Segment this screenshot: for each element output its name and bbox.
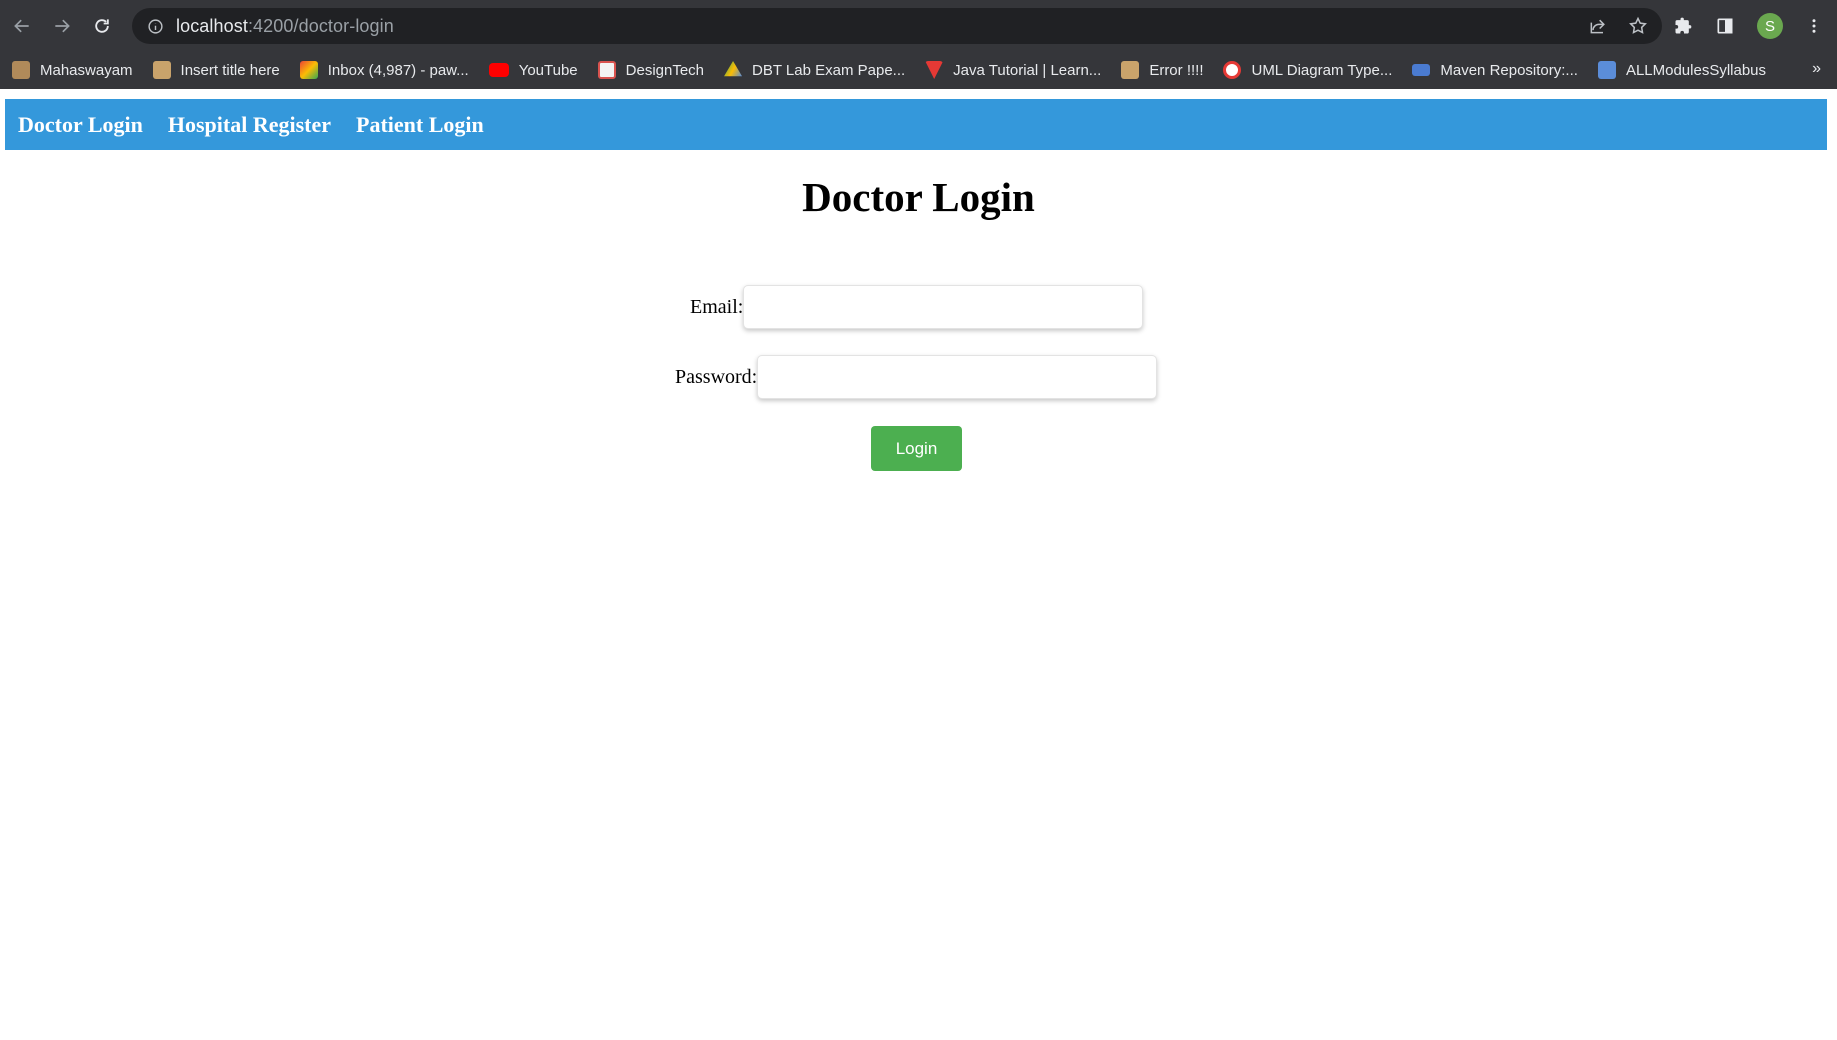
bookmark-label: Maven Repository:... bbox=[1440, 61, 1578, 79]
browser-toolbar: localhost:4200/doctor-login S bbox=[0, 0, 1837, 51]
bookmark-item[interactable]: Maven Repository:... bbox=[1412, 62, 1578, 79]
url-path: :4200/doctor-login bbox=[247, 15, 394, 36]
bookmark-label: DesignTech bbox=[625, 61, 705, 79]
bookmark-label: Insert title here bbox=[180, 61, 280, 79]
bookmark-item[interactable]: DesignTech bbox=[597, 61, 705, 79]
side-panel-icon[interactable] bbox=[1715, 16, 1735, 36]
bookmark-label: Mahaswayam bbox=[40, 61, 133, 79]
mahaswayam-icon bbox=[12, 61, 30, 79]
login-button[interactable]: Login bbox=[871, 426, 962, 471]
bookmark-item[interactable]: UML Diagram Type... bbox=[1223, 61, 1392, 79]
email-field[interactable] bbox=[743, 285, 1144, 329]
forward-button[interactable] bbox=[45, 9, 79, 43]
reload-button[interactable] bbox=[85, 9, 119, 43]
star-icon[interactable] bbox=[1628, 16, 1648, 36]
uml-icon bbox=[1223, 61, 1242, 79]
bookmark-item[interactable]: ALLModulesSyllabus bbox=[1597, 61, 1767, 79]
page-title: Doctor Login bbox=[802, 174, 1035, 220]
page-icon bbox=[1121, 61, 1140, 79]
bookmark-label: Error !!!! bbox=[1149, 61, 1204, 79]
back-button[interactable] bbox=[5, 9, 39, 43]
bookmarks-bar: Mahaswayam Insert title here Inbox (4,98… bbox=[0, 51, 1837, 89]
extensions-icon[interactable] bbox=[1673, 16, 1693, 36]
password-row: Password: bbox=[675, 355, 1158, 399]
bookmark-label: UML Diagram Type... bbox=[1251, 61, 1393, 79]
gmail-icon bbox=[299, 61, 318, 79]
bookmark-item[interactable]: Java Tutorial | Learn... bbox=[925, 61, 1101, 79]
bookmark-label: Inbox (4,987) - paw... bbox=[327, 61, 469, 79]
maven-icon bbox=[1412, 64, 1431, 76]
designtech-icon bbox=[597, 61, 616, 79]
email-label: Email: bbox=[690, 295, 744, 318]
bookmark-item[interactable]: DBT Lab Exam Pape... bbox=[724, 61, 905, 79]
javatpoint-icon bbox=[925, 61, 944, 79]
bookmark-item[interactable]: Inbox (4,987) - paw... bbox=[299, 61, 469, 79]
bookmark-item[interactable]: Error !!!! bbox=[1121, 61, 1203, 79]
youtube-icon bbox=[488, 63, 509, 77]
arrow-left-icon bbox=[14, 19, 29, 32]
email-row: Email: bbox=[690, 285, 1144, 329]
bookmark-label: ALLModulesSyllabus bbox=[1625, 61, 1767, 79]
bookmark-item[interactable]: Insert title here bbox=[152, 61, 280, 79]
bookmark-item[interactable]: YouTube bbox=[488, 61, 578, 79]
nav-link-patient-login[interactable]: Patient Login bbox=[356, 112, 484, 138]
address-bar[interactable]: localhost:4200/doctor-login bbox=[132, 8, 1662, 44]
password-label: Password: bbox=[675, 365, 758, 388]
drive-icon bbox=[724, 61, 743, 77]
profile-avatar[interactable]: S bbox=[1757, 13, 1783, 39]
share-icon[interactable] bbox=[1588, 16, 1608, 36]
password-field[interactable] bbox=[757, 355, 1158, 399]
syllabus-icon bbox=[1597, 61, 1616, 79]
reload-icon bbox=[95, 18, 109, 33]
bookmark-label: DBT Lab Exam Pape... bbox=[752, 61, 906, 79]
top-navbar: Doctor Login Hospital Register Patient L… bbox=[5, 99, 1827, 150]
bookmarks-overflow-button[interactable]: » bbox=[1812, 60, 1821, 78]
more-vert-icon[interactable] bbox=[1805, 17, 1823, 35]
nav-link-hospital-register[interactable]: Hospital Register bbox=[168, 112, 331, 138]
page-content: Doctor Login Hospital Register Patient L… bbox=[0, 89, 1837, 1040]
nav-link-doctor-login[interactable]: Doctor Login bbox=[18, 112, 143, 138]
url-text[interactable]: localhost:4200/doctor-login bbox=[176, 16, 394, 37]
info-icon[interactable] bbox=[146, 17, 164, 35]
page-icon bbox=[152, 61, 171, 79]
url-host: localhost bbox=[176, 15, 248, 36]
arrow-right-icon bbox=[55, 19, 70, 32]
browser-chrome: localhost:4200/doctor-login S Mahaswayam… bbox=[0, 0, 1837, 89]
bookmark-item[interactable]: Mahaswayam bbox=[12, 61, 133, 79]
bookmark-label: YouTube bbox=[518, 61, 578, 79]
bookmark-label: Java Tutorial | Learn... bbox=[953, 61, 1102, 79]
